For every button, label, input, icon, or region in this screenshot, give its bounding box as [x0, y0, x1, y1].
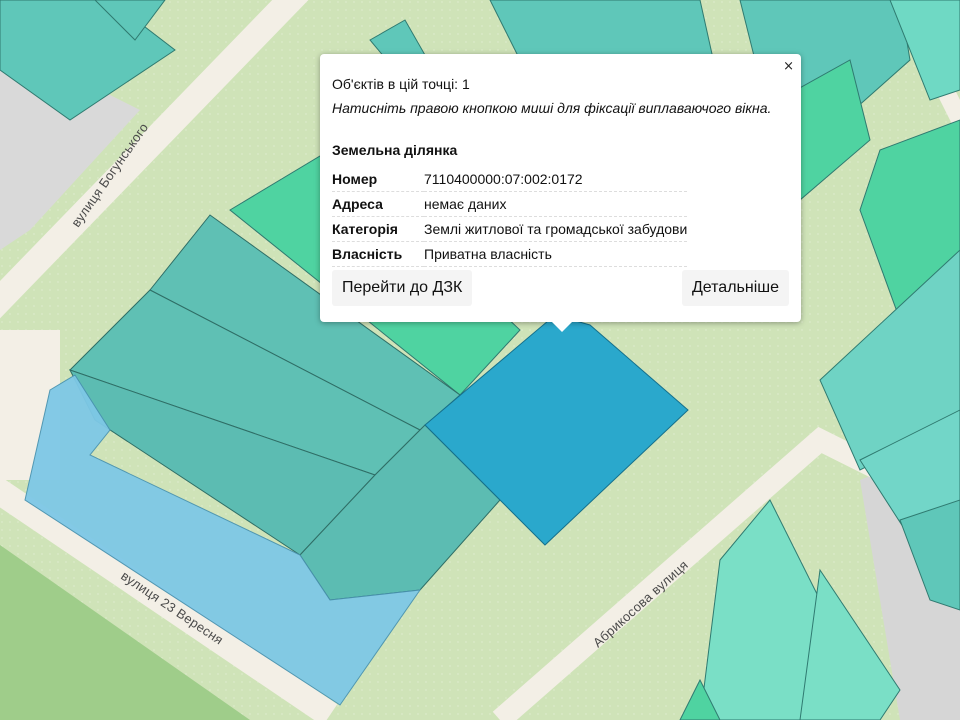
row-key: Номер — [332, 167, 424, 192]
popup-pointer — [552, 322, 572, 332]
table-row: Власність Приватна власність — [332, 241, 688, 267]
table-row: Адреса немає даних — [332, 191, 688, 217]
row-value: 7110400000:07:002:0172 — [424, 167, 688, 192]
row-key: Категорія — [332, 216, 424, 242]
row-value: Приватна власність — [424, 241, 688, 267]
row-key: Власність — [332, 241, 424, 267]
goto-dzk-button[interactable]: Перейти до ДЗК — [332, 270, 473, 306]
table-row: Категорія Землі житлової та громадської … — [332, 216, 688, 242]
row-value: Землі житлової та громадської забудови — [424, 216, 688, 242]
close-icon[interactable]: × — [783, 59, 794, 74]
objects-count: Об'єктів в цій точці: 1 — [332, 76, 470, 92]
row-value: немає даних — [424, 191, 688, 217]
table-row: Номер 7110400000:07:002:0172 — [332, 167, 688, 192]
parcel-info-popup: × Об'єктів в цій точці: 1 Натисніть прав… — [320, 54, 801, 332]
parcel-details-table: Номер 7110400000:07:002:0172 Адреса нема… — [332, 167, 688, 267]
row-key: Адреса — [332, 191, 424, 217]
popup-actions: Перейти до ДЗК Детальніше — [332, 270, 789, 306]
details-button[interactable]: Детальніше — [681, 270, 789, 306]
section-title: Земельна ділянка — [332, 142, 458, 158]
popup-hint: Натисніть правою кнопкою миші для фіксац… — [332, 100, 772, 116]
